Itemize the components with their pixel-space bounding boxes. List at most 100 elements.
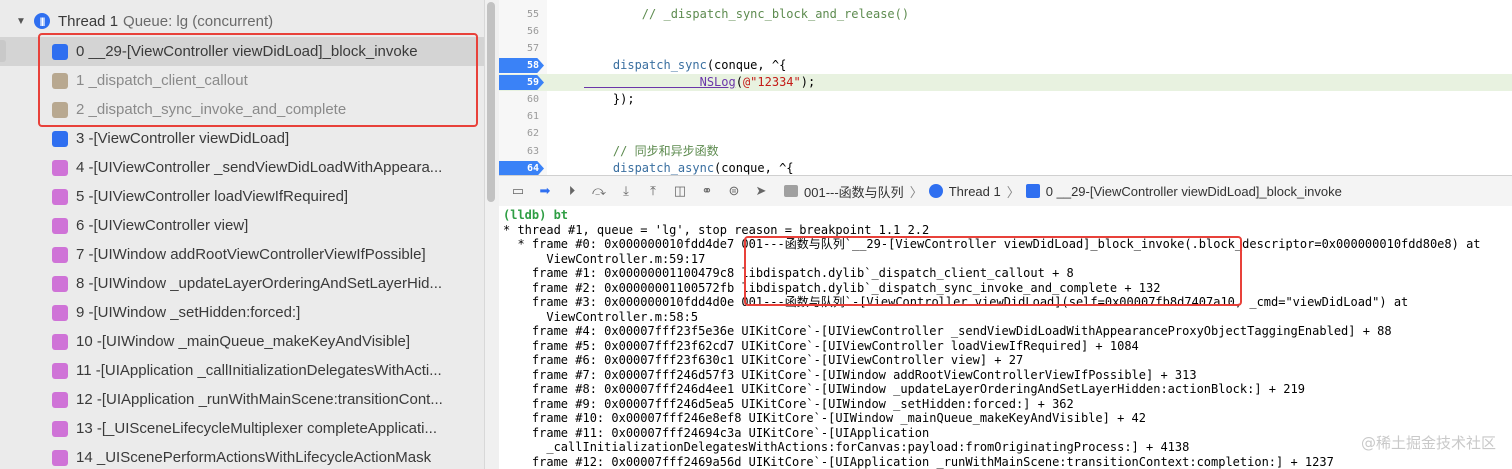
stack-frame-row[interactable]: 11 -[UIApplication _callInitializationDe…: [0, 356, 484, 385]
code-token: dispatch_async: [584, 161, 715, 175]
code-line[interactable]: 57: [499, 40, 1512, 57]
view-hierarchy-icon[interactable]: ◫: [669, 180, 691, 202]
system-frame-icon: [52, 101, 68, 118]
framework-frame-icon: [52, 362, 68, 379]
navigator-scroll-thumb[interactable]: [487, 2, 495, 202]
stack-frame-label: 7 -[UIWindow addRootViewControllerViewIf…: [76, 246, 426, 263]
framework-frame-icon: [52, 246, 68, 263]
selection-indicator: [0, 40, 6, 62]
line-number: 61: [526, 111, 539, 122]
code-line[interactable]: 56: [499, 23, 1512, 40]
stack-frame-row[interactable]: 9 -[UIWindow _setHidden:forced:]: [0, 298, 484, 327]
line-number: 63: [526, 146, 539, 157]
step-into-icon[interactable]: ⤓: [615, 180, 637, 202]
code-token: @"12334": [742, 75, 801, 89]
framework-frame-icon: [52, 217, 68, 234]
console-line: (lldb) bt: [503, 208, 569, 222]
code-text: });: [584, 91, 635, 108]
code-line[interactable]: 58 dispatch_sync(conque, ^{: [499, 57, 1512, 74]
console-line: * thread #1, queue = 'lg', stop reason =…: [503, 222, 930, 237]
code-line[interactable]: 63 // 同步和异步函数: [499, 143, 1512, 160]
stack-frame-row[interactable]: 6 -[UIViewController view]: [0, 211, 484, 240]
user-frame-icon: [52, 130, 68, 147]
thread-icon: |||: [34, 13, 50, 29]
breakpoints-toggle-icon[interactable]: ➡: [534, 180, 556, 202]
code-line[interactable]: 60 });: [499, 91, 1512, 108]
thread-icon: [928, 184, 943, 198]
lldb-console[interactable]: (lldb) bt * thread #1, queue = 'lg', stop…: [499, 206, 1512, 469]
console-line: _callInitializationDelegatesWithActions:…: [503, 440, 1190, 454]
stack-frame-label: 1 _dispatch_client_callout: [76, 72, 248, 89]
thread-row[interactable]: ▼ ||| Thread 1 Queue: lg (concurrent): [0, 8, 484, 34]
chevron-right-icon: 〉: [909, 184, 923, 200]
code-token: });: [584, 92, 635, 106]
code-token: // _dispatch_sync_block_and_release(): [584, 7, 910, 21]
code-token: (: [735, 75, 743, 89]
code-line[interactable]: 62: [499, 125, 1512, 142]
code-line[interactable]: 64 dispatch_async(conque, ^{: [499, 160, 1512, 175]
code-token: NSLog: [584, 75, 736, 89]
stack-frame-row[interactable]: 10 -[UIWindow _mainQueue_makeKeyAndVisib…: [0, 327, 484, 356]
line-number: 58: [526, 60, 539, 71]
line-number: 62: [526, 128, 539, 139]
hide-console-icon[interactable]: ▭: [507, 180, 529, 202]
framework-frame-icon: [52, 333, 68, 350]
stack-frame-label: 8 -[UIWindow _updateLayerOrderingAndSetL…: [76, 275, 443, 292]
framework-frame-icon: [52, 275, 68, 292]
console-line: frame #3: 0x000000010fdd4d0e 001---函数与队列…: [503, 295, 1409, 309]
console-line: * frame #0: 0x000000010fdd4de7 001---函数与…: [503, 237, 1481, 251]
breadcrumb-thread[interactable]: Thread 1: [949, 184, 1001, 199]
console-line: frame #12: 0x00007fff2469a56d UIKitCore`…: [503, 454, 1334, 469]
code-token: (conque, ^{: [706, 58, 787, 72]
simulate-location-icon[interactable]: ➤: [750, 180, 772, 202]
framework-frame-icon: [52, 449, 68, 466]
console-line: frame #6: 0x00007fff23f630c1 UIKitCore`-…: [503, 353, 1024, 367]
stack-frame-label: 3 -[ViewController viewDidLoad]: [76, 130, 290, 147]
stack-frame-row[interactable]: 7 -[UIWindow addRootViewControllerViewIf…: [0, 240, 484, 269]
stack-frame-label: 14 _UIScenePerformActionsWithLifecycleAc…: [76, 449, 432, 466]
breadcrumb-frame[interactable]: 0 __29-[ViewController viewDidLoad]_bloc…: [1046, 184, 1342, 199]
user-frame-icon: [52, 43, 68, 60]
stack-frame-row[interactable]: 1 _dispatch_client_callout: [0, 66, 484, 95]
console-line: frame #5: 0x00007fff23f62cd7 UIKitCore`-…: [503, 338, 1139, 353]
line-number: 57: [526, 43, 539, 54]
stack-frame-label: 10 -[UIWindow _mainQueue_makeKeyAndVisib…: [76, 333, 411, 350]
environment-overrides-icon[interactable]: ⊜: [723, 180, 745, 202]
console-line: frame #7: 0x00007fff246d57f3 UIKitCore`-…: [503, 367, 1197, 382]
console-line: ViewController.m:58:5: [503, 309, 699, 324]
line-number: 59: [526, 77, 539, 88]
stack-frame-row[interactable]: 14 _UIScenePerformActionsWithLifecycleAc…: [0, 443, 484, 469]
queue-label: Queue: lg (concurrent): [123, 12, 274, 30]
code-token: );: [800, 75, 816, 89]
framework-frame-icon: [52, 304, 68, 321]
code-line[interactable]: 61: [499, 108, 1512, 125]
stack-frame-row[interactable]: 2 _dispatch_sync_invoke_and_complete: [0, 95, 484, 124]
stack-frame-label: 4 -[UIViewController _sendViewDidLoadWit…: [76, 159, 443, 176]
breadcrumb-project[interactable]: 001---函数与队列: [804, 182, 904, 201]
stack-frame-row[interactable]: 0 __29-[ViewController viewDidLoad]_bloc…: [0, 37, 484, 66]
debug-navigator: ▼ ||| Thread 1 Queue: lg (concurrent) 0 …: [0, 0, 484, 469]
code-line[interactable]: 55 // _dispatch_sync_block_and_release(): [499, 6, 1512, 23]
code-editor[interactable]: 55 // _dispatch_sync_block_and_release()…: [499, 0, 1512, 175]
stack-frame-label: 5 -[UIViewController loadViewIfRequired]: [76, 188, 349, 205]
console-line: frame #11: 0x00007fff24694c3a UIKitCore`…: [503, 425, 930, 440]
code-text: // 同步和异步函数: [584, 143, 719, 160]
disclosure-triangle-icon[interactable]: ▼: [16, 16, 26, 27]
memory-graph-icon[interactable]: ⚭: [696, 180, 718, 202]
code-text: dispatch_async(conque, ^{: [584, 160, 794, 175]
stack-frame-row[interactable]: 8 -[UIWindow _updateLayerOrderingAndSetL…: [0, 269, 484, 298]
stack-frame-row[interactable]: 3 -[ViewController viewDidLoad]: [0, 124, 484, 153]
stack-frame-label: 12 -[UIApplication _runWithMainScene:tra…: [76, 391, 443, 408]
stack-frame-row[interactable]: 13 -[_UISceneLifecycleMultiplexer comple…: [0, 414, 484, 443]
stack-frame-label: 11 -[UIApplication _callInitializationDe…: [76, 362, 442, 379]
thread-label: Thread 1: [58, 12, 119, 30]
line-number: 55: [526, 9, 539, 20]
stack-frame-row[interactable]: 12 -[UIApplication _runWithMainScene:tra…: [0, 385, 484, 414]
step-out-icon[interactable]: ⤒: [642, 180, 664, 202]
stack-frame-row[interactable]: 4 -[UIViewController _sendViewDidLoadWit…: [0, 153, 484, 182]
step-over-icon[interactable]: ⤼: [588, 180, 610, 202]
code-line[interactable]: 59 NSLog(@"12334");: [499, 74, 1512, 91]
stack-frame-row[interactable]: 5 -[UIViewController loadViewIfRequired]: [0, 182, 484, 211]
stack-frame-label: 13 -[_UISceneLifecycleMultiplexer comple…: [76, 420, 438, 437]
continue-icon[interactable]: ⏵: [561, 180, 583, 202]
